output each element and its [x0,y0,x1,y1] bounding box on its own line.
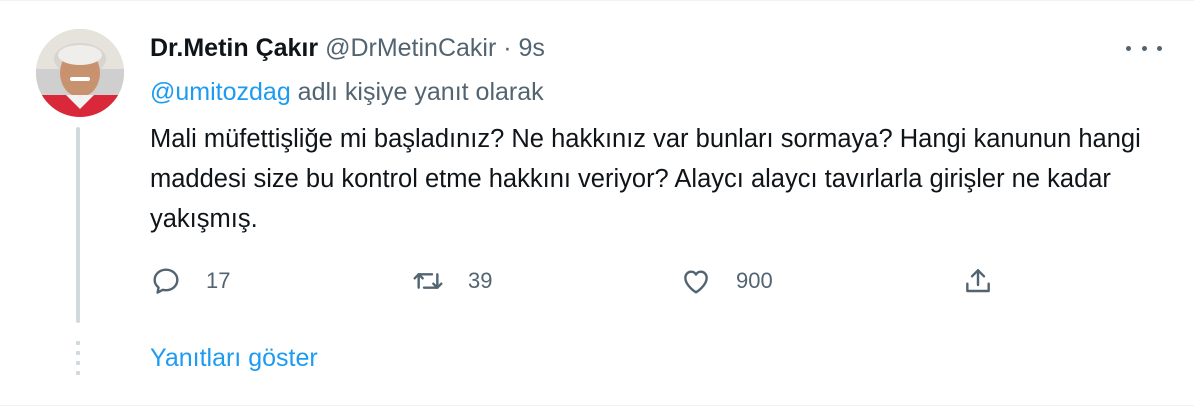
show-replies-link[interactable]: Yanıtları göster [150,341,318,375]
tweet-text: Mali müfettişliğe mi başladınız? Ne hakk… [150,125,1141,233]
tweet-actions: 17 39 900 [150,259,1010,303]
reply-button[interactable]: 17 [150,259,230,303]
reply-count: 17 [206,268,231,293]
thread-dots [76,341,80,377]
reply-icon [153,268,179,294]
heart-icon [684,270,708,294]
tweet-card[interactable]: Dr.Metin Çakır @DrMetinCakir · 9s @umito… [0,0,1194,406]
like-count: 900 [736,268,773,293]
share-button[interactable] [962,259,994,303]
retweet-icon [413,273,443,289]
share-icon [966,269,990,293]
tweet-header: Dr.Metin Çakır @DrMetinCakir · 9s [150,31,545,65]
tweet-time[interactable]: 9s [519,34,545,62]
replying-to: @umitozdag adlı kişiye yanıt olarak [150,75,544,109]
retweet-count: 39 [468,268,493,293]
retweet-button[interactable]: 39 [412,259,492,303]
author-name[interactable]: Dr.Metin Çakır [150,34,318,62]
thread-line [76,127,80,323]
header-separator: · [503,34,512,62]
avatar[interactable] [36,29,124,117]
like-button[interactable]: 900 [680,259,773,303]
avatar-image [36,29,124,117]
reply-to-mention[interactable]: @umitozdag [150,78,291,106]
reply-to-suffix: adlı kişiye yanıt olarak [290,78,544,106]
more-icon[interactable] [1126,41,1162,55]
author-handle[interactable]: @DrMetinCakir [325,34,496,62]
